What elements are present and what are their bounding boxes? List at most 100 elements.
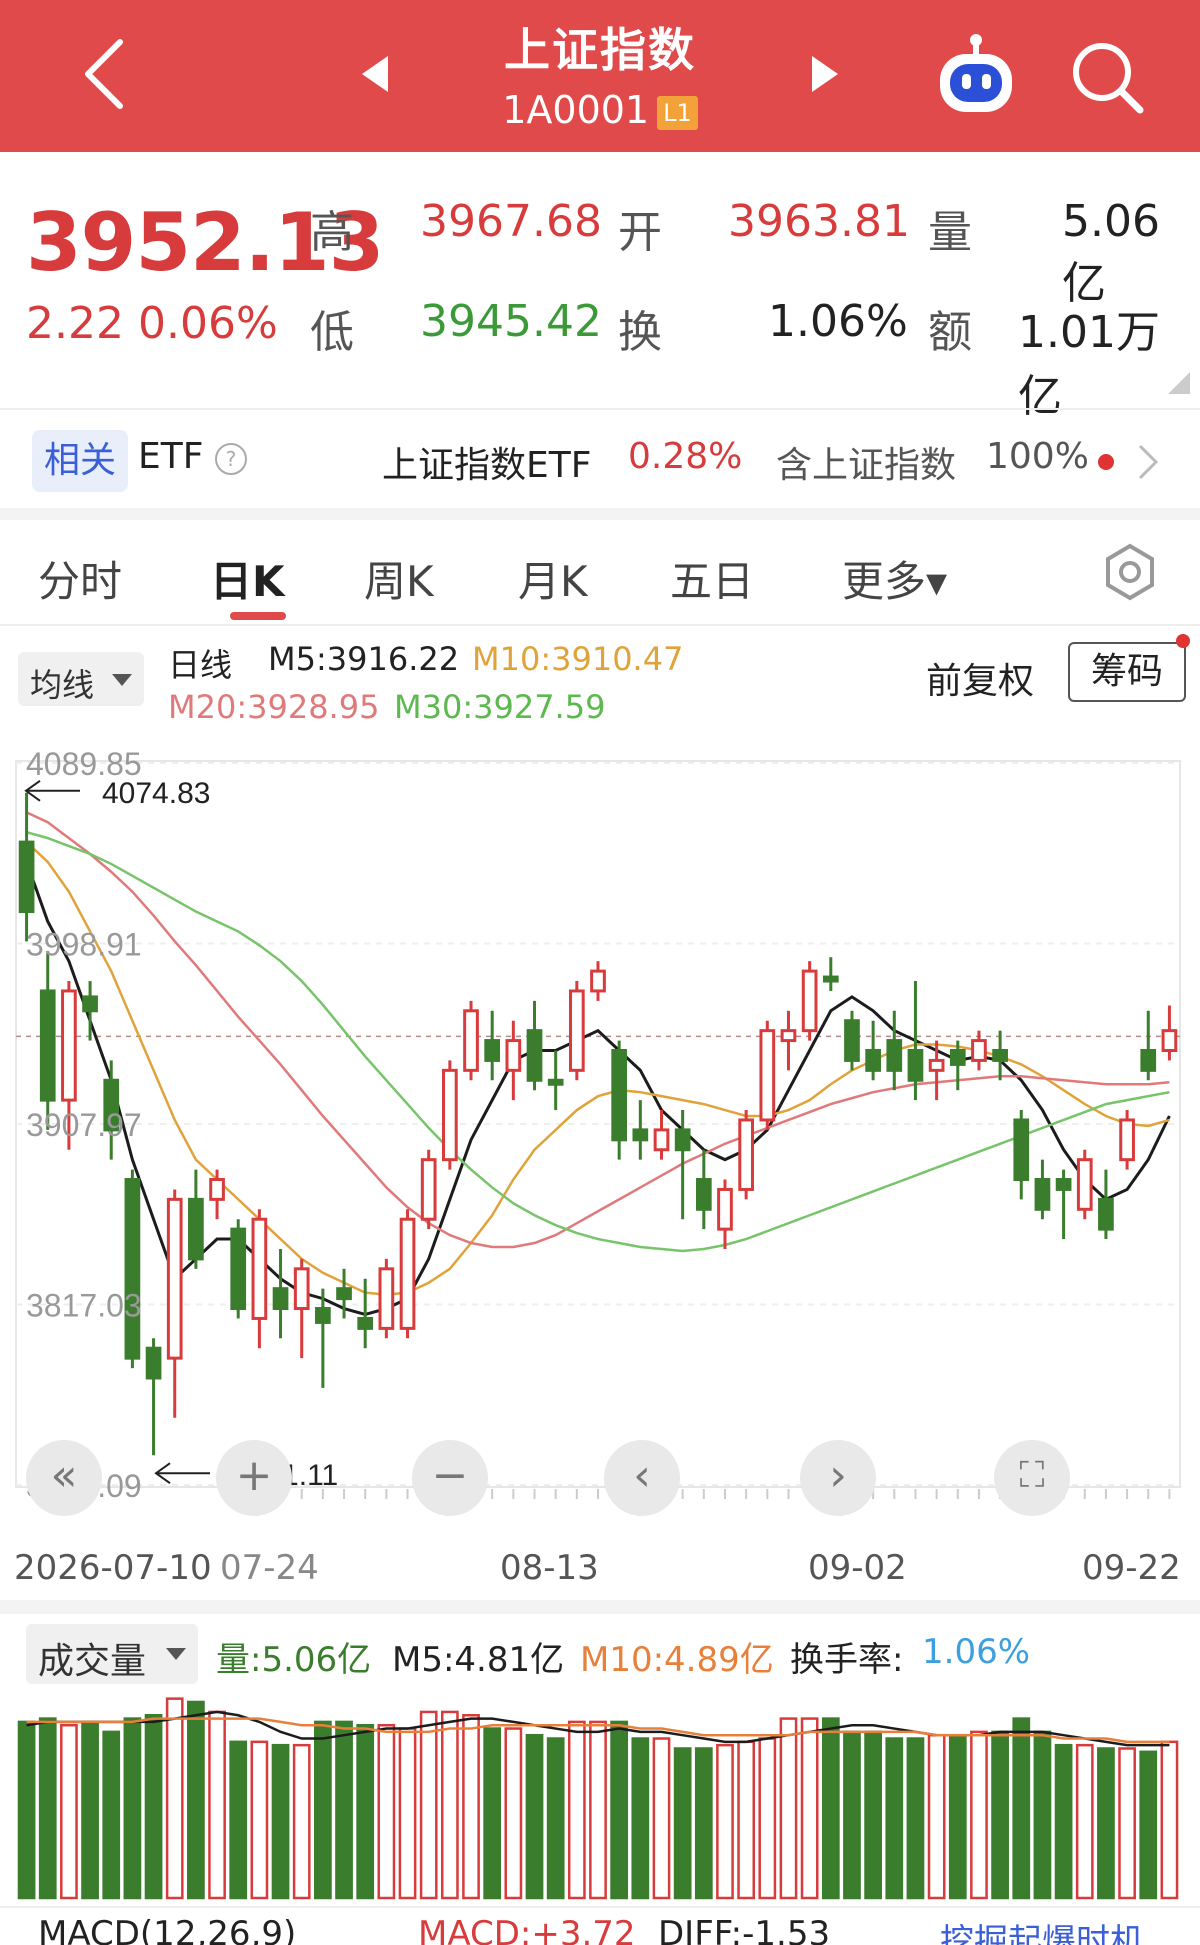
next-stock-icon[interactable] <box>810 54 840 94</box>
tab-five-day[interactable]: 五日 <box>670 548 754 609</box>
volume-bar <box>208 1710 226 1900</box>
y-axis-labels: 4089.853998.913907.973817.033726.09 <box>26 746 142 1504</box>
candle-body <box>992 1049 1008 1062</box>
indicator-selector-label: 均线 <box>30 666 95 704</box>
candle-body <box>1161 1029 1178 1053</box>
x-label-start: 2026-07-10 <box>14 1548 212 1588</box>
etf-contains-label: 含上证指数 <box>776 445 957 486</box>
zoom-out-button[interactable]: − <box>412 1440 488 1516</box>
candle-body <box>907 1049 924 1082</box>
volume-bar <box>589 1720 607 1900</box>
change-value: 2.22 <box>26 298 124 349</box>
candle-body <box>971 1039 987 1062</box>
volume-bar <box>377 1723 396 1900</box>
etf-label: ETF <box>138 436 204 477</box>
indicator-selector[interactable]: 均线 <box>18 652 144 706</box>
volume-bar <box>419 1710 438 1900</box>
volume-bar <box>60 1723 78 1900</box>
scroll-left-button[interactable]: ‹ <box>604 1440 680 1516</box>
tab-monthly-k[interactable]: 月K <box>518 548 588 609</box>
change-percent: 0.06% <box>138 298 278 349</box>
volume-bar <box>948 1733 967 1900</box>
fullscreen-button[interactable]: ⛶ <box>994 1440 1070 1516</box>
macd-promo-link[interactable]: 挖掘起爆时机 <box>940 1914 1144 1945</box>
candle-body <box>949 1049 966 1066</box>
candle-body <box>188 1197 204 1261</box>
candle-body <box>886 1039 903 1072</box>
amount-value: 1.01万亿 <box>1018 307 1160 422</box>
help-icon[interactable]: ? <box>214 442 248 476</box>
macd-value: MACD:+3.72 <box>418 1914 636 1945</box>
ma10-value: M10:3910.47 <box>472 640 684 678</box>
chips-button[interactable]: 筹码 <box>1068 642 1186 702</box>
volume-bar <box>38 1717 57 1900</box>
candle-body <box>632 1128 649 1142</box>
tab-more[interactable]: 更多▾ <box>842 548 947 609</box>
volume-bar <box>737 1740 756 1900</box>
chevron-right-icon[interactable] <box>1136 444 1160 480</box>
candle-body <box>357 1316 374 1330</box>
ma-line-m30 <box>26 830 1170 1253</box>
volume-bar <box>102 1730 121 1900</box>
zoom-in-button[interactable]: + <box>216 1440 292 1516</box>
volume-bar <box>17 1720 36 1900</box>
volume-bar <box>356 1723 375 1900</box>
volume-bar <box>335 1720 353 1900</box>
y-axis-label: 3817.03 <box>26 1288 142 1324</box>
related-etf-bar[interactable]: 相关 ETF ? 上证指数ETF 0.28% 含上证指数 100% <box>0 412 1200 512</box>
candle-body <box>378 1267 395 1330</box>
dropdown-triangle-icon <box>112 674 132 686</box>
candle-body <box>1098 1197 1114 1231</box>
active-tab-indicator <box>230 612 286 620</box>
candle-body <box>759 1029 776 1122</box>
volume-bar <box>694 1747 713 1900</box>
tab-daily-k[interactable]: 日K <box>210 548 285 609</box>
volume-bar <box>144 1714 163 1900</box>
section-divider <box>0 508 1200 520</box>
volume-bar <box>398 1727 417 1900</box>
volume-bar <box>631 1737 650 1900</box>
settings-icon[interactable] <box>1100 542 1160 602</box>
volume-bar <box>843 1730 861 1900</box>
candle-body <box>272 1287 289 1311</box>
volume-bar <box>292 1743 311 1900</box>
scroll-right-button[interactable]: › <box>800 1440 876 1516</box>
macd-selector[interactable]: MACD(12,26,9) <box>38 1914 296 1945</box>
volume-value: 5.06亿 <box>1062 196 1160 309</box>
volume-chart[interactable] <box>0 1686 1200 1908</box>
robot-assistant-icon[interactable] <box>930 30 1022 120</box>
tab-weekly-k[interactable]: 周K <box>364 548 434 609</box>
scroll-to-start-button[interactable]: « <box>26 1440 102 1516</box>
volume-bar <box>250 1740 269 1900</box>
candlestick-chart[interactable]: 4089.853998.913907.973817.033726.09 4074… <box>0 725 1200 1525</box>
volume-bar <box>483 1727 502 1900</box>
candle-body <box>865 1049 881 1072</box>
dif-value: DIFF:-1.53 <box>658 1914 831 1945</box>
open-label: 开 <box>618 207 662 258</box>
candle-body <box>590 969 606 993</box>
volume-bars <box>17 1697 1179 1900</box>
x-label-2: 07-24 <box>220 1548 319 1588</box>
candle-body <box>293 1267 310 1311</box>
volume-indicator-selector[interactable]: 成交量 <box>26 1624 198 1684</box>
stock-code: 1A0001 <box>502 88 650 132</box>
low-value: 3945.42 <box>420 296 602 347</box>
candle-body <box>928 1058 945 1072</box>
volume-bar <box>906 1737 925 1900</box>
turnover-rate-value: 1.06% <box>922 1632 1031 1672</box>
volume-bar <box>1118 1747 1136 1900</box>
price-adjust-toggle[interactable]: 前复权 <box>926 652 1034 704</box>
volume-bar <box>864 1730 882 1900</box>
candle-body <box>653 1128 670 1152</box>
volume-bar <box>821 1717 840 1900</box>
volume-bar <box>927 1733 946 1900</box>
tab-intraday[interactable]: 分时 <box>38 548 122 609</box>
candle-body <box>39 989 56 1102</box>
search-icon[interactable] <box>1070 40 1146 116</box>
expand-corner-icon[interactable] <box>1168 372 1190 394</box>
candle-body <box>611 1049 628 1142</box>
volume-bar <box>165 1697 184 1900</box>
turnover-rate-label: 换手率: <box>790 1640 904 1680</box>
volume-today: 量:5.06亿 <box>216 1640 372 1680</box>
volume-bar <box>1075 1743 1094 1900</box>
